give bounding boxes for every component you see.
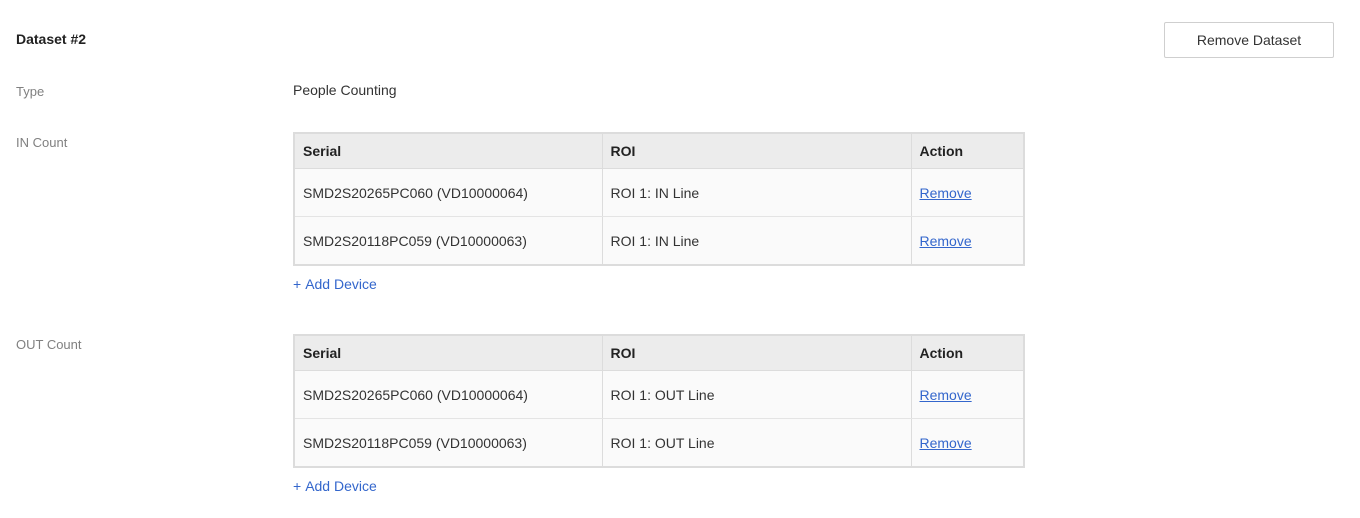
- out-count-table: Serial ROI Action SMD2S20265PC060 (VD100…: [293, 334, 1025, 468]
- roi-cell: ROI 1: IN Line: [602, 216, 912, 266]
- table-row: SMD2S20118PC059 (VD10000063) ROI 1: IN L…: [294, 216, 1024, 266]
- add-device-label: Add Device: [305, 478, 377, 494]
- type-value: People Counting: [293, 82, 397, 98]
- roi-column-header: ROI: [602, 133, 912, 169]
- type-label: Type: [16, 84, 45, 99]
- remove-device-link[interactable]: Remove: [920, 185, 972, 201]
- table-row: SMD2S20265PC060 (VD10000064) ROI 1: IN L…: [294, 168, 1024, 217]
- plus-icon: +: [293, 276, 302, 292]
- serial-column-header: Serial: [294, 335, 603, 371]
- table-row: SMD2S20265PC060 (VD10000064) ROI 1: OUT …: [294, 370, 1024, 419]
- roi-column-header: ROI: [602, 335, 912, 371]
- serial-cell: SMD2S20118PC059 (VD10000063): [294, 216, 603, 266]
- remove-device-link[interactable]: Remove: [920, 435, 972, 451]
- roi-cell: ROI 1: OUT Line: [602, 418, 912, 468]
- in-count-label: IN Count: [16, 135, 68, 150]
- action-column-header: Action: [911, 335, 1024, 371]
- roi-cell: ROI 1: OUT Line: [602, 370, 912, 419]
- table-header-row: Serial ROI Action: [294, 335, 1024, 371]
- action-cell: Remove: [911, 370, 1024, 419]
- serial-cell: SMD2S20265PC060 (VD10000064): [294, 168, 603, 217]
- remove-device-link[interactable]: Remove: [920, 387, 972, 403]
- remove-device-link[interactable]: Remove: [920, 233, 972, 249]
- add-device-link-in[interactable]: + Add Device: [293, 276, 377, 292]
- in-count-table: Serial ROI Action SMD2S20265PC060 (VD100…: [293, 132, 1025, 266]
- table-row: SMD2S20118PC059 (VD10000063) ROI 1: OUT …: [294, 418, 1024, 468]
- add-device-label: Add Device: [305, 276, 377, 292]
- action-cell: Remove: [911, 168, 1024, 217]
- add-device-link-out[interactable]: + Add Device: [293, 478, 377, 494]
- dataset-title: Dataset #2: [16, 31, 87, 47]
- remove-dataset-button[interactable]: Remove Dataset: [1164, 22, 1334, 58]
- plus-icon: +: [293, 478, 302, 494]
- action-cell: Remove: [911, 418, 1024, 468]
- out-count-label: OUT Count: [16, 337, 82, 352]
- action-cell: Remove: [911, 216, 1024, 266]
- serial-cell: SMD2S20265PC060 (VD10000064): [294, 370, 603, 419]
- roi-cell: ROI 1: IN Line: [602, 168, 912, 217]
- serial-cell: SMD2S20118PC059 (VD10000063): [294, 418, 603, 468]
- table-header-row: Serial ROI Action: [294, 133, 1024, 169]
- action-column-header: Action: [911, 133, 1024, 169]
- serial-column-header: Serial: [294, 133, 603, 169]
